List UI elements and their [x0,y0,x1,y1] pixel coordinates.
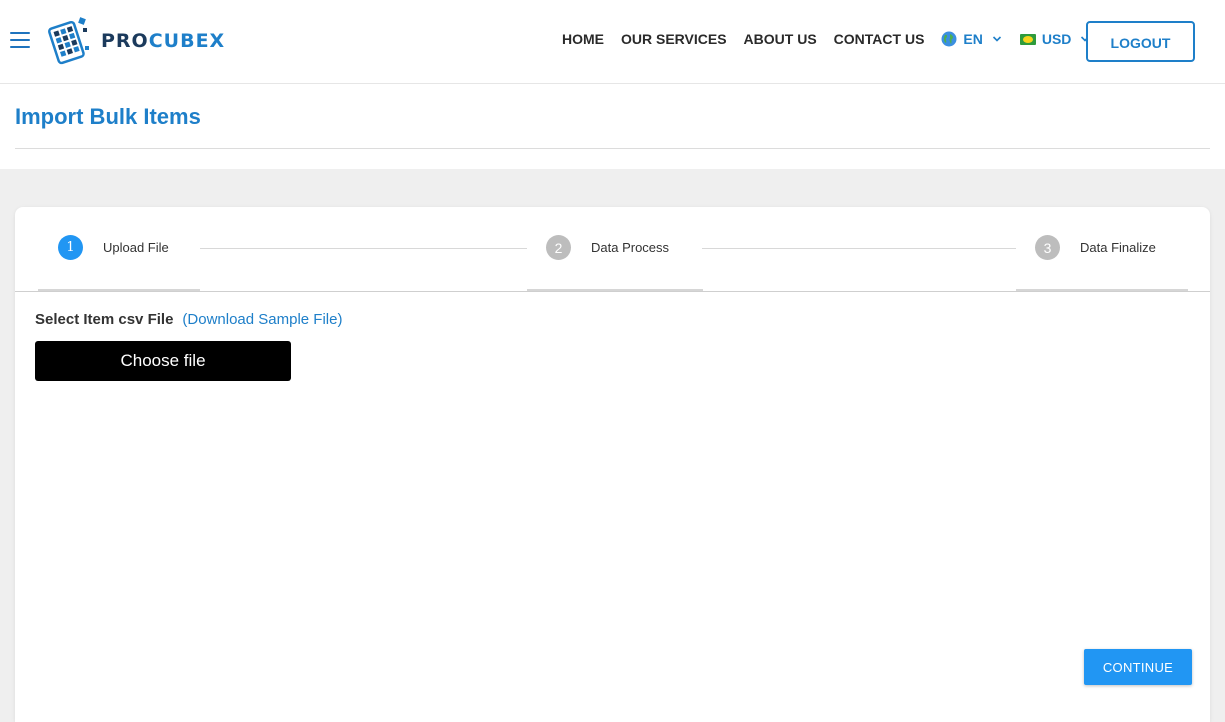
step-connector [702,248,1016,249]
page-title: Import Bulk Items [15,104,201,129]
nav-about-us[interactable]: ABOUT US [744,31,817,47]
step-label: Data Process [591,240,670,255]
stepper: 1 Upload File 2 Data Process 3 Data Fina… [15,207,1210,292]
file-select-label: Select Item csv File [35,311,174,328]
step-data-finalize[interactable]: 3 Data Finalize [1035,235,1156,260]
procubex-logo[interactable]: PROCUBEX [45,16,225,66]
step-underline [1016,289,1188,291]
language-value: EN [963,31,983,47]
step-number: 2 [546,235,571,260]
continue-button[interactable]: CONTINUE [1084,649,1192,685]
step-connector [200,248,527,249]
page-title-area: Import Bulk Items [15,84,1210,149]
currency-selector[interactable]: USD [1019,31,1091,47]
currency-value: USD [1041,31,1072,47]
top-header: PROCUBEX HOME OUR SERVICES ABOUT US CONT… [0,0,1225,84]
money-icon [1019,33,1036,45]
step-number: 1 [58,235,83,260]
step-data-process[interactable]: 2 Data Process [546,235,669,260]
step-underline [38,289,200,291]
import-card: 1 Upload File 2 Data Process 3 Data Fina… [15,207,1210,722]
step-label: Data Finalize [1080,240,1156,255]
globe-icon [941,31,957,47]
step-label: Upload File [103,240,169,255]
step-underline [527,289,703,291]
logo-text: PROCUBEX [101,30,226,52]
nav-home[interactable]: HOME [562,31,604,47]
language-selector[interactable]: EN [941,31,1001,47]
download-sample-link[interactable]: (Download Sample File) [182,311,342,328]
main-nav: HOME OUR SERVICES ABOUT US CONTACT US EN… [562,31,1090,47]
step-upload-file[interactable]: 1 Upload File [58,235,169,260]
menu-icon[interactable] [10,32,30,50]
step-number: 3 [1035,235,1060,260]
choose-file-button[interactable]: Choose file [35,341,291,381]
logo-cube-icon [48,17,89,65]
file-select-row: Select Item csv File (Download Sample Fi… [35,311,342,328]
nav-contact-us[interactable]: CONTACT US [834,31,925,47]
nav-our-services[interactable]: OUR SERVICES [621,31,727,47]
chevron-down-icon [992,36,1001,42]
logout-button[interactable]: LOGOUT [1086,21,1195,62]
